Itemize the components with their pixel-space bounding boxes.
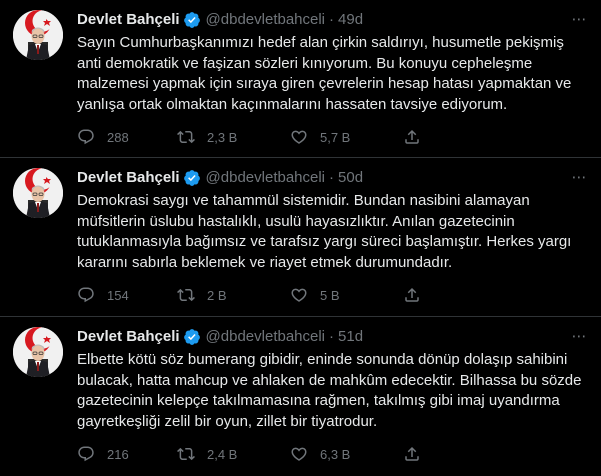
heart-icon [291, 130, 307, 144]
reply-icon [78, 446, 94, 462]
tweet-header: Devlet Bahçeli @dbdevletbahceli · 49d ⋯ [77, 10, 589, 30]
tweet[interactable]: Devlet Bahçeli @dbdevletbahceli · 51d ⋯ … [0, 317, 601, 476]
separator-dot: · [329, 169, 335, 186]
retweet-icon [177, 447, 195, 461]
reply-count: 288 [107, 129, 129, 145]
tweet-timestamp[interactable]: 50d [338, 168, 363, 188]
separator-dot: · [329, 11, 335, 28]
verified-badge-icon [183, 329, 200, 345]
author-handle[interactable]: @dbdevletbahceli [206, 10, 325, 30]
share-button[interactable] [403, 444, 421, 464]
tweet-text: Elbette kötü söz bumerang gibidir, enind… [77, 351, 582, 430]
retweet-button[interactable]: 2,4 B [177, 444, 237, 464]
author-name[interactable]: Devlet Bahçeli [77, 327, 180, 347]
retweet-button[interactable]: 2,3 B [177, 127, 237, 147]
avatar[interactable] [13, 10, 63, 60]
share-icon [405, 287, 419, 302]
avatar[interactable] [13, 327, 63, 377]
verified-badge-icon [183, 170, 200, 186]
avatar[interactable] [13, 168, 63, 218]
author-handle[interactable]: @dbdevletbahceli [206, 168, 325, 188]
author-name[interactable]: Devlet Bahçeli [77, 10, 180, 30]
like-count: 5 B [320, 287, 340, 303]
share-button[interactable] [403, 127, 421, 147]
like-count: 5,7 B [320, 129, 351, 145]
tweet-text: Sayın Cumhurbaşkanımızı hedef alan çirki… [77, 34, 572, 113]
share-icon [405, 446, 419, 461]
share-icon [405, 129, 419, 144]
like-button[interactable]: 5,7 B [290, 127, 350, 147]
like-button[interactable]: 6,3 B [290, 444, 350, 464]
reply-icon [78, 287, 94, 303]
retweet-count: 2 B [207, 287, 227, 303]
more-options-icon[interactable]: ⋯ [569, 327, 589, 347]
retweet-icon [177, 288, 195, 302]
reply-icon [78, 129, 94, 145]
like-button[interactable]: 5 B [290, 285, 340, 305]
tweet-timestamp[interactable]: 49d [338, 10, 363, 30]
tweet[interactable]: Devlet Bahçeli @dbdevletbahceli · 50d ⋯ … [0, 158, 601, 317]
tweet-header: Devlet Bahçeli @dbdevletbahceli · 50d ⋯ [77, 168, 589, 188]
more-options-icon[interactable]: ⋯ [569, 168, 589, 188]
avatar-image [13, 327, 63, 377]
heart-icon [291, 288, 307, 302]
retweet-icon [177, 130, 195, 144]
timeline-feed: Devlet Bahçeli @dbdevletbahceli · 49d ⋯ … [0, 0, 601, 476]
separator-dot: · [329, 328, 335, 345]
tweet-actions: 154 2 B 5 B [77, 285, 527, 305]
author-handle[interactable]: @dbdevletbahceli [206, 327, 325, 347]
retweet-count: 2,3 B [207, 129, 238, 145]
tweet-header: Devlet Bahçeli @dbdevletbahceli · 51d ⋯ [77, 327, 589, 347]
retweet-count: 2,4 B [207, 446, 238, 462]
author-name[interactable]: Devlet Bahçeli [77, 168, 180, 188]
like-count: 6,3 B [320, 446, 351, 462]
tweet-actions: 216 2,4 B 6,3 B [77, 444, 527, 464]
tweet-actions: 288 2,3 B 5,7 B [77, 127, 527, 147]
more-options-icon[interactable]: ⋯ [569, 10, 589, 30]
share-button[interactable] [403, 285, 421, 305]
retweet-button[interactable]: 2 B [177, 285, 227, 305]
reply-count: 216 [107, 446, 129, 462]
verified-badge-icon [183, 12, 200, 28]
reply-button[interactable]: 216 [77, 444, 129, 464]
tweet-timestamp[interactable]: 51d [338, 327, 363, 347]
tweet-text: Demokrasi saygı ve tahammül sistemidir. … [77, 192, 572, 271]
avatar-image [13, 168, 63, 218]
reply-count: 154 [107, 287, 129, 303]
avatar-image [13, 10, 63, 60]
heart-icon [291, 447, 307, 461]
tweet[interactable]: Devlet Bahçeli @dbdevletbahceli · 49d ⋯ … [0, 0, 601, 158]
reply-button[interactable]: 288 [77, 127, 129, 147]
reply-button[interactable]: 154 [77, 285, 129, 305]
